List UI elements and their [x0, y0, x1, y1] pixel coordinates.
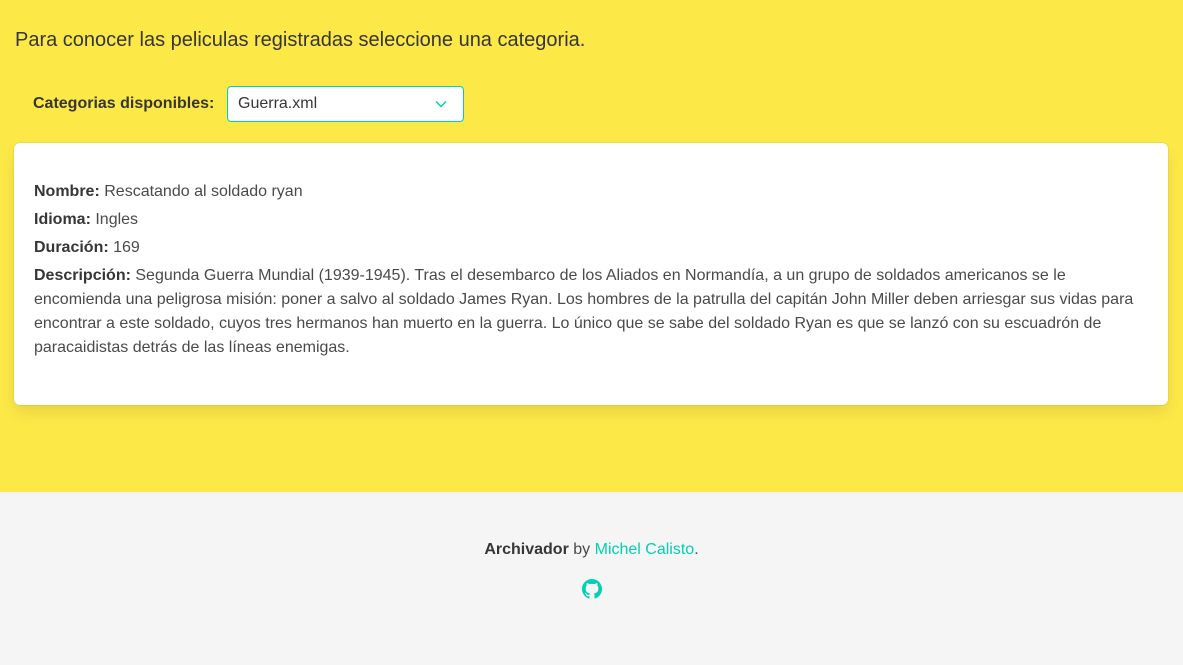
intro-text: Para conocer las peliculas registradas s… [15, 29, 586, 51]
footer-app-name: Archivador [484, 541, 569, 558]
movie-description-label: Descripción: [34, 267, 131, 284]
movie-language-row: Idioma: Ingles [34, 208, 1148, 232]
footer-credit: Archivador by Michel Calisto. [0, 541, 1183, 559]
footer-period: . [694, 541, 699, 558]
chevron-down-icon [435, 100, 447, 108]
movie-duration: 169 [113, 239, 140, 256]
movie-duration-row: Duración: 169 [34, 236, 1148, 260]
movie-language: Ingles [95, 211, 139, 228]
footer: Archivador by Michel Calisto. [0, 492, 1183, 665]
movie-name-row: Nombre: Rescatando al soldado ryan [34, 180, 1148, 204]
movie-description-row: Descripción: Segunda Guerra Mundial (193… [34, 264, 1148, 360]
main-section: Para conocer las peliculas registradas s… [0, 0, 1183, 492]
category-selected-value: Guerra.xml [238, 95, 318, 112]
movie-description: Segunda Guerra Mundial (1939-1945). Tras… [34, 267, 1134, 356]
category-select[interactable]: Guerra.xml [227, 86, 464, 122]
movie-card: Nombre: Rescatando al soldado ryan Idiom… [14, 143, 1168, 405]
movie-duration-label: Duración: [34, 239, 109, 256]
movie-language-label: Idioma: [34, 211, 91, 228]
movie-name: Rescatando al soldado ryan [104, 183, 303, 200]
category-field: Categorias disponibles: Guerra.xml [33, 86, 464, 122]
movie-name-label: Nombre: [34, 183, 100, 200]
category-label: Categorias disponibles: [33, 95, 215, 112]
footer-by: by [573, 541, 591, 558]
author-link[interactable]: Michel Calisto [595, 541, 695, 558]
github-icon[interactable] [581, 579, 602, 599]
